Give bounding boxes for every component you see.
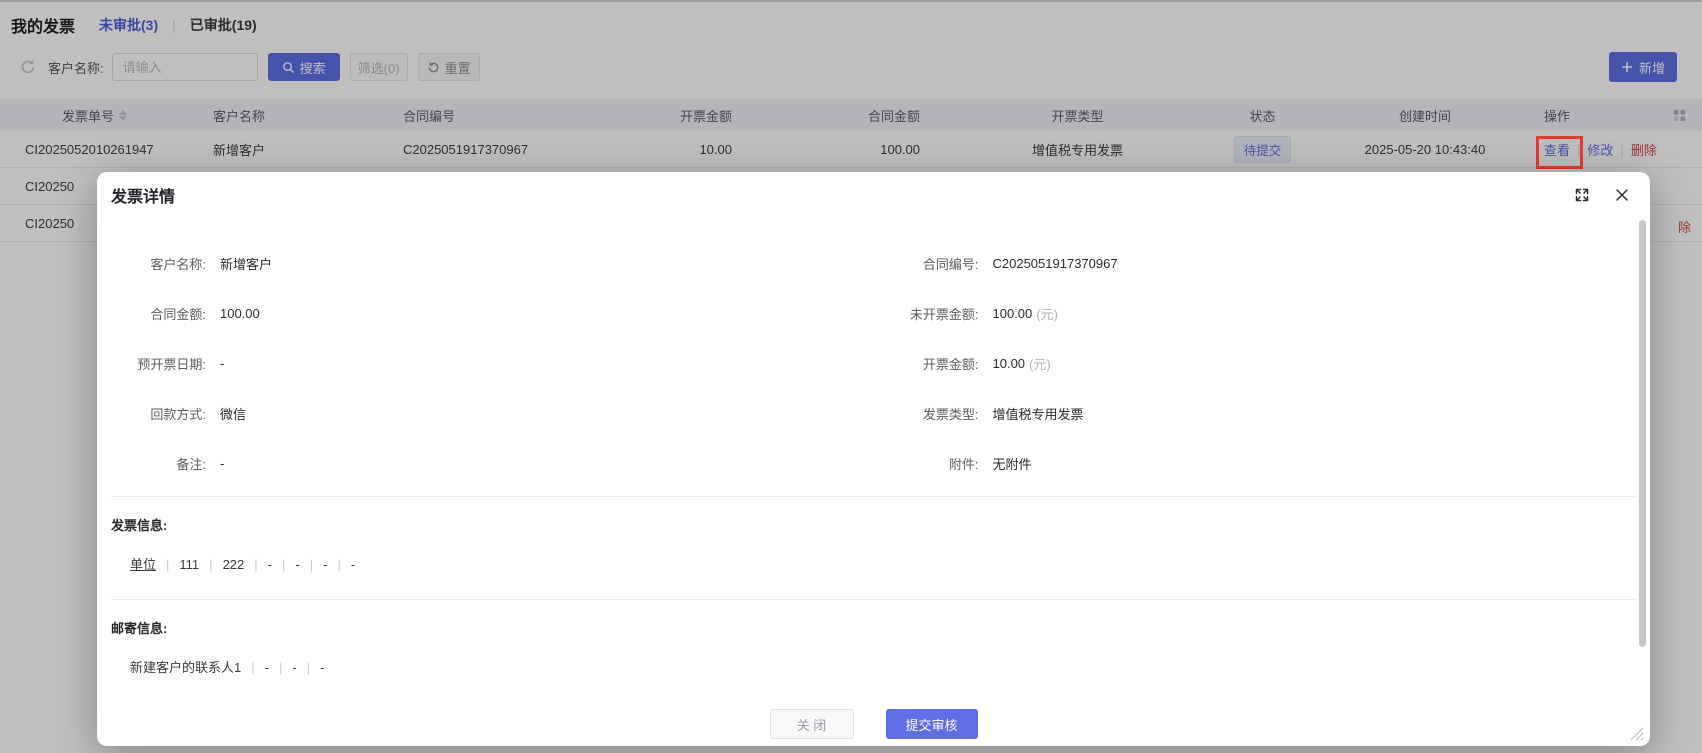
pipe-separator: | [306, 660, 311, 675]
fullscreen-icon[interactable] [1574, 187, 1590, 203]
pipe-separator: | [278, 660, 283, 675]
line-item: - [292, 660, 297, 675]
mail-info-title: 邮寄信息: [111, 621, 168, 636]
section-divider [111, 599, 1636, 600]
section-divider [111, 496, 1636, 497]
modal-header: 发票详情 [97, 172, 1650, 218]
field-pre-invoice-date: 预开票日期: - [137, 355, 225, 372]
pipe-separator: | [282, 557, 286, 572]
field-uninvoiced-amount: 未开票金额: 100.00 (元) [909, 305, 1058, 322]
invoice-detail-modal: 发票详情 客户名称: 新增客户 合同编号: C2025051917370967 … [97, 172, 1650, 746]
field-grid: 客户名称: 新增客户 合同编号: C2025051917370967 合同金额:… [111, 218, 1636, 488]
resize-handle[interactable] [1623, 720, 1645, 742]
field-remark: 备注: - [176, 455, 225, 472]
pipe-separator: | [309, 557, 314, 572]
annotation-highlight-box [1536, 136, 1583, 169]
close-button[interactable]: 关 闭 [769, 709, 854, 739]
modal-body: 客户名称: 新增客户 合同编号: C2025051917370967 合同金额:… [97, 218, 1650, 739]
modal-title: 发票详情 [111, 189, 176, 206]
line-item: 单位 [130, 557, 157, 572]
line-item: 222 [222, 557, 245, 572]
modal-footer: 关 闭 提交审核 [111, 709, 1636, 739]
pipe-separator: | [209, 557, 213, 572]
field-invoice-amount: 开票金额: 10.00 (元) [922, 355, 1051, 372]
field-contract-amount: 合同金额: 100.00 [150, 305, 260, 322]
submit-review-button[interactable]: 提交审核 [885, 709, 978, 739]
line-item: - [264, 660, 269, 675]
invoice-info-title: 发票信息: [111, 518, 168, 533]
pipe-separator: | [337, 557, 341, 572]
line-item: - [323, 557, 328, 572]
field-customer-name: 客户名称: 新增客户 [150, 256, 273, 272]
line-item: 111 [179, 557, 200, 572]
pipe-separator: | [166, 557, 170, 572]
field-invoice-type: 发票类型: 增值税专用发票 [922, 406, 1084, 422]
mail-info-line: 新建客户的联系人1 | - | - | - [111, 657, 1636, 676]
close-icon[interactable] [1614, 187, 1630, 203]
pipe-separator: | [254, 557, 258, 572]
field-contract-no: 合同编号: C2025051917370967 [922, 255, 1118, 272]
line-item: - [295, 557, 300, 572]
pipe-separator: | [251, 660, 255, 675]
line-item: - [320, 660, 325, 675]
line-item: - [350, 557, 356, 572]
field-payment-method: 回款方式: 微信 [150, 406, 247, 422]
field-attachment: 附件: 无附件 [948, 456, 1032, 472]
line-item: - [267, 557, 272, 572]
modal-scrollbar[interactable] [1639, 220, 1646, 647]
line-item: 新建客户的联系人1 [130, 660, 242, 675]
invoice-info-line: 单位 | 111 | 222 | - | - | - | - [111, 554, 1636, 573]
